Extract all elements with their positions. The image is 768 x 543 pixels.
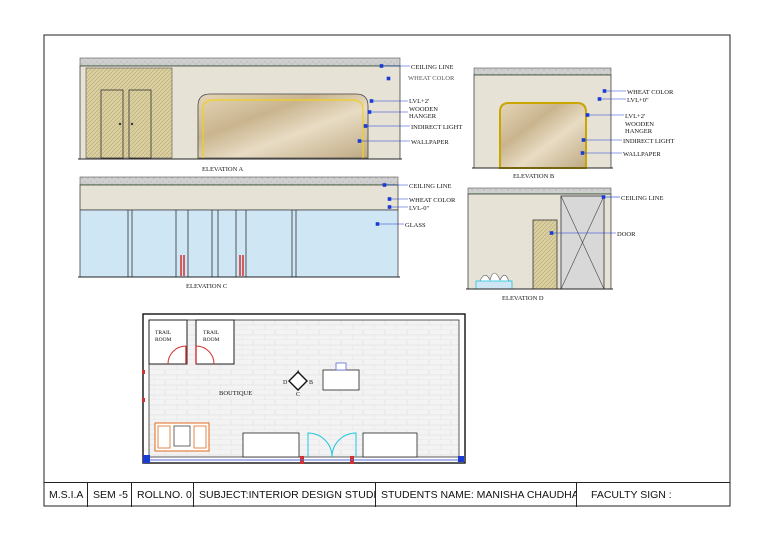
svg-text:A: A — [296, 370, 301, 376]
wallpaper-arch-panel — [197, 93, 369, 159]
student-name: STUDENTS NAME: MANISHA CHAUDHARY — [376, 483, 577, 507]
title-block: M.S.I.A SEM -5 ROLLNO. 01 SUBJECT:INTERI… — [44, 482, 730, 507]
label-wooden: WOODEN — [625, 121, 654, 128]
label-wheat-color: WHEAT COLOR — [408, 75, 455, 82]
display-counter — [362, 432, 418, 458]
label-ceiling-line: CEILING LINE — [411, 64, 453, 71]
label-lvl: LVL+2' — [409, 98, 429, 105]
label-wheat-color: WHEAT COLOR — [627, 89, 674, 96]
label-hanger: HANGER — [409, 113, 437, 120]
elevation-c-ceiling — [79, 176, 399, 186]
label-lvl-top: LVL+0" — [627, 97, 649, 104]
elevation-d-ceiling — [467, 187, 612, 195]
drawing-sheet: CEILING LINE WHEAT COLOR LVL+2' WOODEN H… — [43, 34, 731, 507]
label-wheat-color: WHEAT COLOR — [409, 197, 456, 204]
elevation-d: CEILING LINE DOOR ELEVATION D — [466, 187, 663, 302]
elevation-c: CEILING LINE WHEAT COLOR LVL-0" GLASS EL… — [78, 176, 456, 290]
label-lvl: LVL+2' — [625, 113, 645, 120]
elevation-a-ceiling — [79, 57, 401, 67]
side-table — [173, 425, 191, 447]
label-wallpaper: WALLPAPER — [411, 139, 449, 146]
label-ceiling-line: CEILING LINE — [409, 183, 451, 190]
label-indirect-light: INDIRECT LIGHT — [623, 138, 674, 145]
elevation-c-wall — [79, 184, 399, 211]
elevation-d-door-panel — [532, 219, 558, 290]
label-ceiling-line: CEILING LINE — [621, 195, 663, 202]
faculty-sign: FACULTY SIGN : — [591, 489, 672, 501]
semester: SEM -5 — [88, 483, 132, 507]
trail-room-label: ROOM — [203, 337, 220, 343]
trail-room-label: ROOM — [155, 337, 172, 343]
svg-text:B: B — [309, 380, 313, 386]
door-knob — [130, 122, 134, 126]
display-counter — [242, 432, 300, 458]
svg-text:D: D — [283, 380, 288, 386]
label-lvl: LVL-0" — [409, 205, 429, 212]
elevation-b-panel — [499, 102, 587, 169]
label-wooden: WOODEN — [409, 106, 438, 113]
label-hanger: HANGER — [625, 128, 653, 135]
label-door: DOOR — [617, 231, 636, 238]
cash-counter — [322, 369, 360, 391]
elevation-a-title: ELEVATION A — [202, 166, 244, 173]
subject: SUBJECT:INTERIOR DESIGN STUDIO 5 — [194, 483, 376, 507]
elevation-d-title: ELEVATION D — [502, 295, 544, 302]
label-wallpaper: WALLPAPER — [623, 151, 661, 158]
elevation-a: CEILING LINE WHEAT COLOR LVL+2' WOODEN H… — [78, 57, 462, 173]
floor-plan: TRAIL ROOM TRAIL ROOM BOUTIQUE A B C D — [142, 313, 466, 464]
trail-room-label: TRAIL — [155, 330, 172, 336]
label-glass: GLASS — [405, 222, 426, 229]
elevation-b-ceiling — [473, 67, 612, 76]
trail-room-label: TRAIL — [203, 330, 220, 336]
door-knob — [118, 122, 122, 126]
svg-text:C: C — [296, 392, 300, 398]
label-indirect-light: INDIRECT LIGHT — [411, 124, 462, 131]
counter-chair — [335, 362, 347, 371]
elevation-b: WHEAT COLOR LVL+0" LVL+2' WOODEN HANGER … — [472, 67, 674, 180]
boutique-label: BOUTIQUE — [219, 390, 252, 397]
elevation-c-title: ELEVATION C — [186, 283, 227, 290]
college-name: M.S.I.A — [44, 483, 88, 507]
elevation-b-title: ELEVATION B — [513, 173, 555, 180]
roll-number: ROLLNO. 01 — [132, 483, 194, 507]
